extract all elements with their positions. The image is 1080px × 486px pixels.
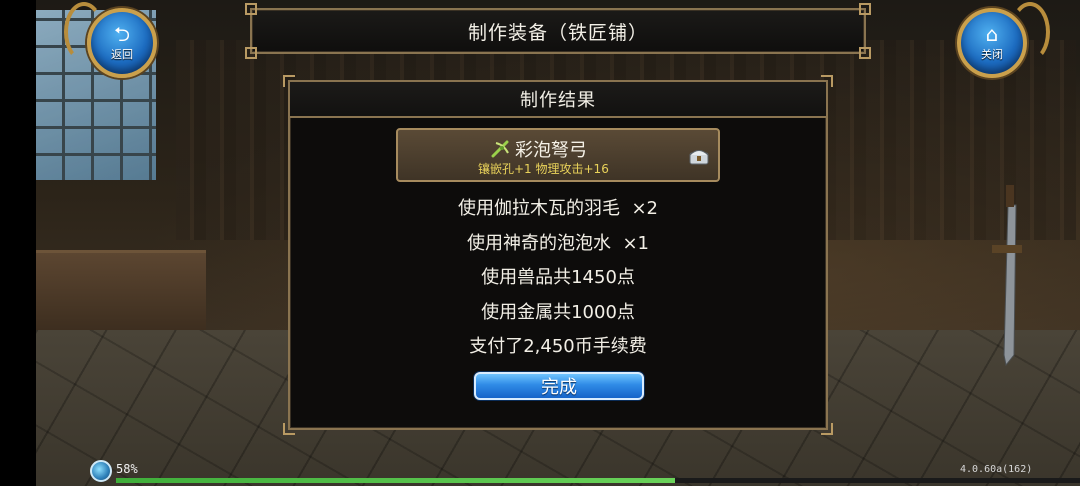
done-button[interactable]: 完成 <box>474 372 644 400</box>
cost-line: 使用神奇的泡泡水 ×1 <box>467 232 649 254</box>
page-title: 制作装备（铁匠铺） <box>467 21 648 44</box>
item-name: 彩泡弩弓 <box>515 140 587 161</box>
panel-title: 制作结果 <box>520 90 596 111</box>
back-button-label: 返回 <box>111 48 133 61</box>
close-button-label: 关闭 <box>981 48 1003 61</box>
cost-line: 支付了2,450币手续费 <box>469 336 647 358</box>
loading-progress-fill <box>116 478 676 483</box>
background-desk <box>36 250 206 330</box>
item-name-row: 彩泡弩弓 <box>490 136 587 162</box>
close-button[interactable]: ⌂ 关闭 <box>940 0 1050 86</box>
cost-line: 使用金属共1000点 <box>481 301 635 323</box>
back-button[interactable]: ⮌ 返回 <box>64 0 174 86</box>
window-title-bar: 制作装备（铁匠铺） <box>245 3 871 59</box>
home-icon: ⌂ <box>985 22 999 46</box>
material-cost-list: 使用伽拉木瓦的羽毛 ×2 使用神奇的泡泡水 ×1 使用兽品共1450点 使用金属… <box>290 190 826 363</box>
loading-icon <box>90 460 112 482</box>
loading-progress-bar <box>116 478 1080 483</box>
crafted-item-card[interactable]: 彩泡弩弓 镶嵌孔+1 物理攻击+16 <box>396 128 720 182</box>
craft-result-panel: 制作结果 彩泡弩弓 镶嵌孔+1 物理攻击+16 使用伽拉木瓦的羽毛 ×2 使用神… <box>283 75 833 435</box>
chest-icon <box>689 150 709 165</box>
back-button-orb: ⮌ 返回 <box>87 8 157 78</box>
item-stats: 镶嵌孔+1 物理攻击+16 <box>478 162 609 176</box>
cost-line: 使用伽拉木瓦的羽毛 ×2 <box>458 198 658 220</box>
background-sword <box>992 185 1022 367</box>
crossbow-icon <box>491 140 509 158</box>
panel-header: 制作结果 <box>290 82 826 118</box>
cost-line: 使用兽品共1450点 <box>481 267 635 289</box>
return-arrow-icon: ⮌ <box>113 22 131 46</box>
version-label: 4.0.60a(162) <box>960 464 1033 475</box>
loading-percent: 58% <box>116 462 138 476</box>
close-button-orb: ⌂ 关闭 <box>957 8 1027 78</box>
